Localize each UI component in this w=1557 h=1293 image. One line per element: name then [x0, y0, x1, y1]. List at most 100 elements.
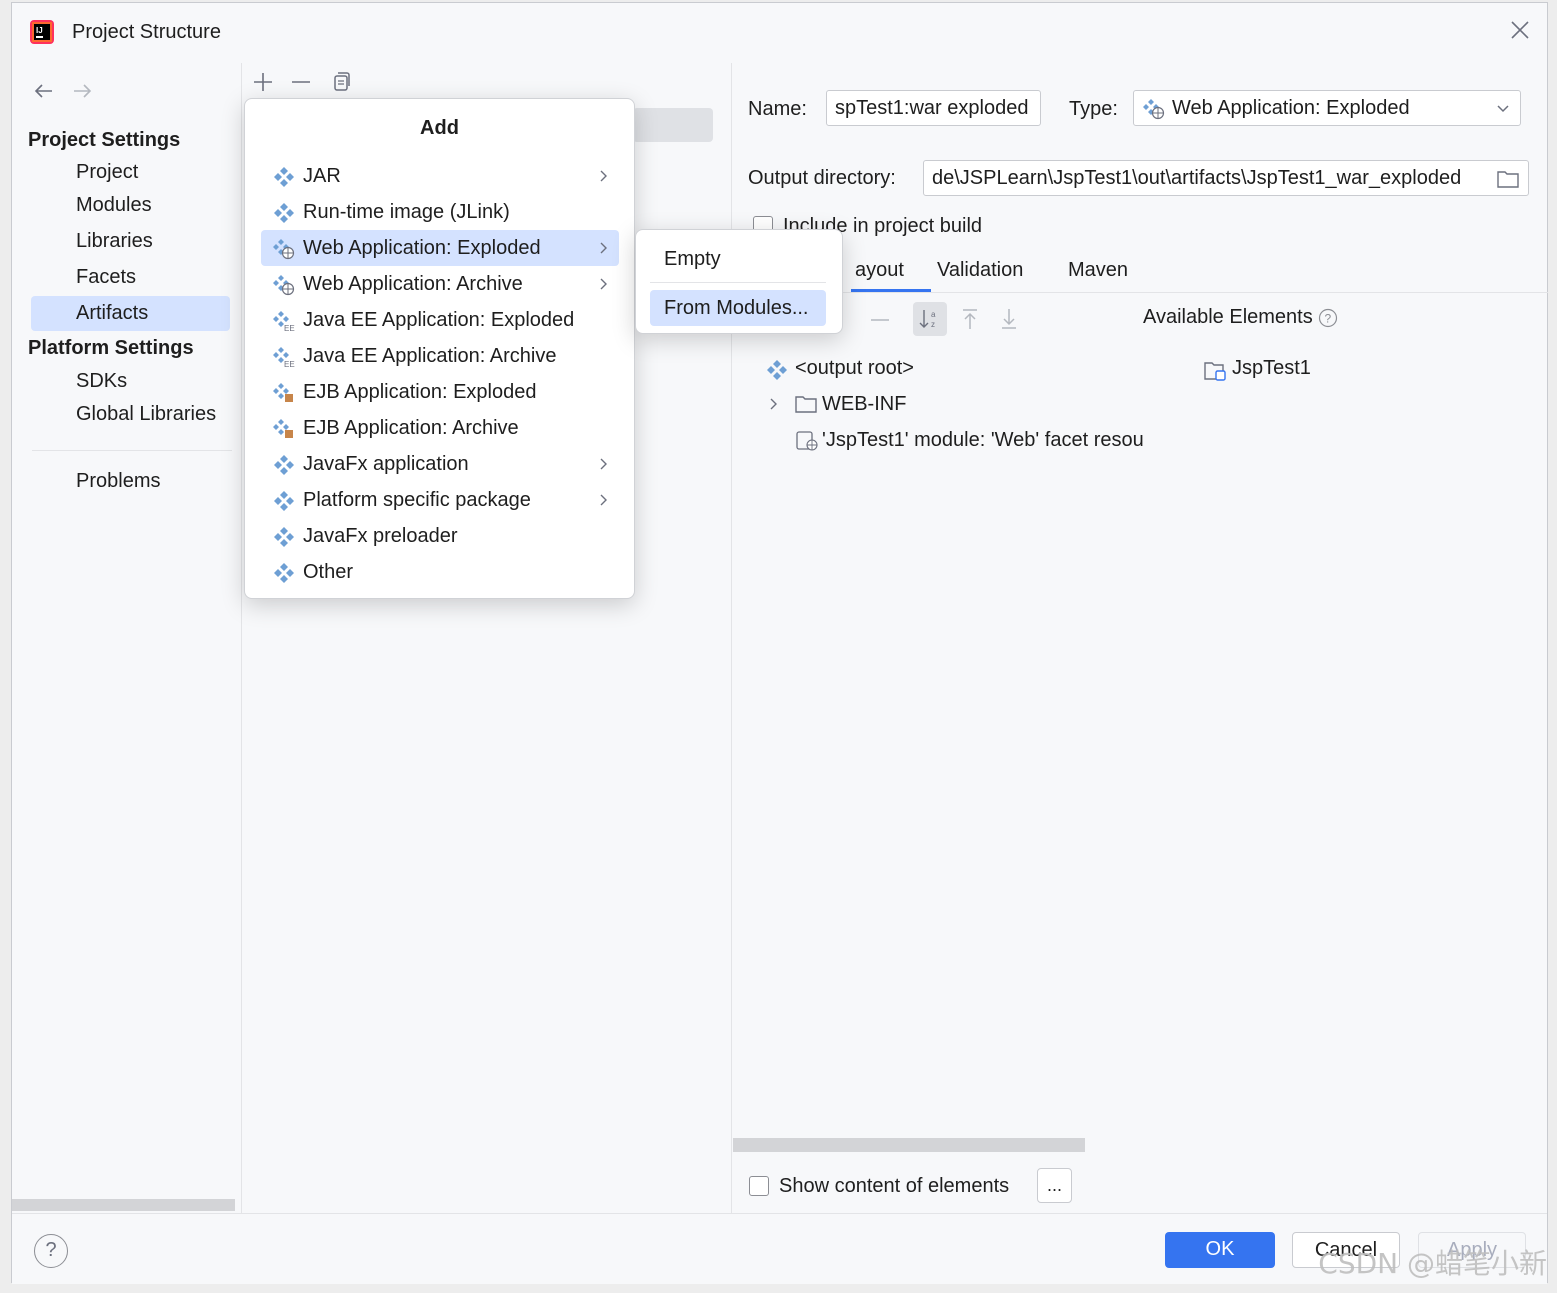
- nav-item-global-libraries[interactable]: Global Libraries: [31, 397, 230, 432]
- help-circle-icon[interactable]: ?: [1318, 308, 1338, 328]
- tabs-divider: [733, 292, 1548, 293]
- nav-item-artifacts[interactable]: Artifacts: [31, 296, 230, 331]
- copy-icon[interactable]: [330, 71, 352, 93]
- menu-item-label: Web Application: Archive: [303, 273, 523, 295]
- menu-item-web-app-exploded[interactable]: Web Application: Exploded: [261, 230, 619, 266]
- menu-item-label: Java EE Application: Archive: [303, 345, 557, 367]
- menu-item-web-app-archive[interactable]: Web Application: Archive: [261, 266, 619, 302]
- tab-output-layout[interactable]: ayout: [855, 259, 904, 282]
- remove-icon[interactable]: [290, 71, 312, 93]
- menu-item-runtime-image[interactable]: Run-time image (JLink): [261, 194, 619, 230]
- help-button[interactable]: ?: [34, 1234, 68, 1268]
- active-tab-indicator: [851, 289, 931, 292]
- web-app-icon: [273, 275, 295, 296]
- add-icon[interactable]: [252, 71, 274, 93]
- left-navigation: Project Settings Project Modules Librari…: [12, 63, 242, 1213]
- artifact-icon: [274, 563, 294, 583]
- type-value: Web Application: Exploded: [1172, 97, 1410, 119]
- sort-button[interactable]: a z: [913, 302, 947, 336]
- artifact-output-root-icon: [767, 360, 787, 380]
- nav-item-libraries[interactable]: Libraries: [31, 224, 230, 259]
- type-label: Type:: [1069, 98, 1118, 120]
- web-app-exploded-submenu: Empty From Modules...: [635, 229, 843, 334]
- selected-artifact-row[interactable]: [633, 108, 713, 142]
- type-dropdown[interactable]: Web Application: Exploded: [1133, 90, 1521, 126]
- submenu-divider: [650, 282, 826, 283]
- show-content-label: Show content of elements: [779, 1175, 1010, 1197]
- nav-item-project[interactable]: Project: [31, 155, 230, 190]
- back-arrow-icon[interactable]: [32, 79, 56, 103]
- tab-validation[interactable]: Validation: [937, 259, 1023, 282]
- chevron-down-icon: [1497, 105, 1509, 113]
- layout-horizontal-scrollbar[interactable]: [733, 1138, 1085, 1152]
- menu-item-jar[interactable]: JAR: [261, 158, 619, 194]
- chevron-right-icon: [600, 494, 607, 506]
- menu-item-javafx-preloader[interactable]: JavaFx preloader: [261, 518, 619, 554]
- menu-item-label: Java EE Application: Exploded: [303, 309, 575, 331]
- nav-item-problems[interactable]: Problems: [31, 464, 230, 499]
- project-structure-dialog: IJ Project Structure Project Settings Pr…: [11, 2, 1548, 1284]
- sort-alphabetically-icon: a z: [919, 310, 936, 329]
- available-module-jsptest1[interactable]: JspTest1: [1232, 357, 1311, 380]
- move-down-icon[interactable]: [998, 307, 1020, 331]
- left-horizontal-scrollbar[interactable]: [12, 1199, 235, 1211]
- platform-settings-heading: Platform Settings: [28, 337, 194, 359]
- folder-browse-icon[interactable]: [1496, 169, 1520, 189]
- tree-output-root[interactable]: <output root>: [795, 357, 914, 380]
- add-artifact-popup: Add JAR Run-time image (JLink) Web Appli…: [244, 98, 635, 599]
- nav-item-facets[interactable]: Facets: [31, 260, 230, 295]
- close-icon[interactable]: [1509, 19, 1531, 41]
- tab-maven[interactable]: Maven: [1068, 259, 1128, 282]
- menu-item-javaee-archive[interactable]: EE Java EE Application: Archive: [261, 338, 619, 374]
- tree-web-facet-resource[interactable]: 'JspTest1' module: 'Web' facet resou: [822, 429, 1152, 452]
- chevron-right-icon: [600, 458, 607, 470]
- menu-item-label: EJB Application: Exploded: [303, 381, 537, 403]
- remove-element-icon[interactable]: [869, 309, 891, 331]
- menu-item-label: Web Application: Exploded: [303, 237, 541, 259]
- name-label: Name:: [748, 98, 807, 120]
- module-folder-icon: [1204, 362, 1226, 381]
- show-content-checkbox[interactable]: [749, 1176, 769, 1196]
- output-directory-field[interactable]: de\JSPLearn\JspTest1\out\artifacts\JspTe…: [923, 160, 1529, 196]
- menu-item-label: Other: [303, 561, 354, 583]
- menu-item-ejb-exploded[interactable]: EJB Application: Exploded: [261, 374, 619, 410]
- javaee-app-icon: EE: [273, 311, 295, 332]
- menu-item-javafx-application[interactable]: JavaFx application: [261, 446, 619, 482]
- web-app-icon: [273, 239, 295, 260]
- svg-text:?: ?: [1325, 312, 1332, 326]
- chevron-right-icon: [600, 278, 607, 290]
- menu-item-ejb-archive[interactable]: EJB Application: Archive: [261, 410, 619, 446]
- submenu-item-from-modules[interactable]: From Modules...: [650, 290, 826, 326]
- folder-icon: [795, 396, 817, 413]
- ok-button[interactable]: OK: [1165, 1232, 1275, 1268]
- name-field[interactable]: spTest1:war exploded: [826, 90, 1041, 126]
- artifact-icon: [274, 203, 294, 223]
- artifact-details-panel: Name: spTest1:war exploded Type: Web App…: [733, 63, 1548, 1213]
- tree-web-inf[interactable]: WEB-INF: [822, 393, 906, 416]
- nav-item-sdks[interactable]: SDKs: [31, 364, 230, 399]
- chevron-right-icon[interactable]: [767, 397, 781, 411]
- artifact-icon: [274, 455, 294, 475]
- menu-item-other[interactable]: Other: [261, 554, 619, 590]
- chevron-right-icon: [600, 242, 607, 254]
- artifact-icon: [274, 527, 294, 547]
- window-title: Project Structure: [72, 21, 221, 43]
- menu-item-label: JavaFx preloader: [303, 525, 458, 547]
- artifact-icon: [274, 491, 294, 511]
- svg-text:z: z: [931, 320, 935, 329]
- svg-text:a: a: [931, 310, 936, 319]
- nav-item-modules[interactable]: Modules: [31, 188, 230, 223]
- output-directory-label: Output directory:: [748, 167, 896, 189]
- ejb-app-icon: [273, 383, 293, 402]
- chevron-right-icon: [600, 170, 607, 182]
- submenu-item-empty[interactable]: Empty: [650, 241, 826, 277]
- show-content-options-button[interactable]: ...: [1037, 1168, 1072, 1203]
- menu-item-platform-package[interactable]: Platform specific package: [261, 482, 619, 518]
- project-settings-heading: Project Settings: [28, 129, 181, 151]
- menu-item-label: JAR: [303, 165, 341, 187]
- menu-item-javaee-exploded[interactable]: EE Java EE Application: Exploded: [261, 302, 619, 338]
- move-up-icon[interactable]: [959, 307, 981, 331]
- popup-title: Add: [420, 117, 459, 139]
- menu-item-label: EJB Application: Archive: [303, 417, 519, 439]
- forward-arrow-icon[interactable]: [70, 79, 94, 103]
